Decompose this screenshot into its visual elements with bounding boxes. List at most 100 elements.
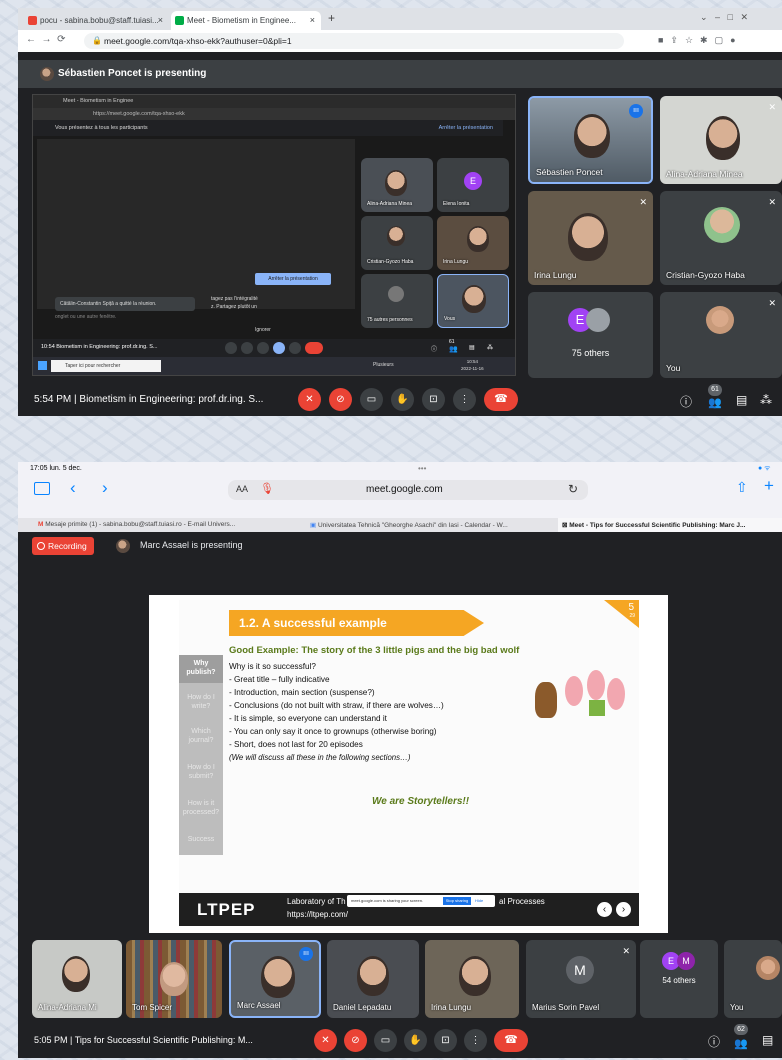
muted-mic-icon: ✕	[622, 946, 630, 956]
tile-name: Daniel Lepadatu	[333, 1003, 392, 1012]
captions-button[interactable]: ▭	[374, 1029, 397, 1052]
recording-label: Recording	[48, 541, 87, 551]
participant-face	[568, 213, 608, 261]
camera-off-button[interactable]: ⊘	[329, 388, 352, 411]
forward-icon[interactable]: ›	[102, 478, 108, 498]
participant-face	[261, 956, 295, 998]
reload-icon[interactable]: ↻	[568, 482, 578, 496]
recording-badge: Recording	[32, 537, 94, 555]
mic-off-button[interactable]: ✕	[298, 388, 321, 411]
inner-tab-label: Meet - Biometism in Enginee	[63, 98, 134, 104]
inner-sharing-notice: Vous présentez à tous les participants A…	[33, 120, 503, 136]
inner-cam-button[interactable]	[241, 342, 253, 354]
chat-icon[interactable]: ▤	[762, 1033, 773, 1047]
present-button[interactable]: ⊡	[422, 388, 445, 411]
lock-icon: 🔒	[92, 36, 102, 45]
mic-off-button[interactable]: ✕	[314, 1029, 337, 1052]
participant-face	[459, 956, 491, 996]
tile-name: Irina Lungu	[431, 1003, 472, 1012]
more-options-button[interactable]: ⋮	[453, 388, 476, 411]
footer-lab-text-end: al Processes	[499, 897, 545, 906]
windows-taskbar: Taper ici pour rechercher Plusieurs 10:5…	[33, 357, 515, 375]
hide-share-bar-button[interactable]: Hide	[475, 895, 483, 907]
camera-off-button[interactable]: ⊘	[344, 1029, 367, 1052]
captions-button[interactable]: ▭	[360, 388, 383, 411]
windows-start-icon[interactable]	[38, 361, 47, 370]
participant-tile-marc: ııı Marc Assael	[229, 940, 321, 1018]
inner-mic-button[interactable]	[225, 342, 237, 354]
tab-label: Meet - Biometism in Enginee...	[187, 16, 296, 25]
presenting-text: Marc Assael is presenting	[140, 540, 243, 550]
multitasking-dots-icon[interactable]: •••	[418, 464, 426, 473]
people-count-badge: 61	[708, 384, 722, 396]
inner-chat-icon[interactable]: ▤	[469, 344, 475, 351]
inner-hand-button[interactable]	[257, 342, 269, 354]
info-icon[interactable]: ⓘ	[680, 393, 692, 410]
inner-address-bar: https://meet.google.com/tqa-xhso-ekk	[33, 108, 515, 120]
others-avatar	[388, 286, 404, 302]
toolbar-icons[interactable]: ■⇪☆✱▢●	[658, 35, 743, 46]
new-tab-button[interactable]: +	[328, 11, 335, 25]
participant-tile-irina: ✕ Irina Lungu	[528, 191, 653, 285]
inner-stop-presenting-button[interactable]: Arrêter la présentation	[255, 273, 331, 285]
inner-tile-irina: Irina Lungu	[437, 216, 509, 270]
activities-icon[interactable]: ⁂	[760, 393, 772, 407]
safari-top: 17:05 lun. 5 dec. ••• ● ︎ᯤ ‹ › AA 🎙 meet…	[18, 462, 782, 518]
inner-info-icon[interactable]: ⓘ	[431, 344, 437, 353]
taskbar-search[interactable]: Taper ici pour rechercher	[51, 360, 161, 372]
browser-tab-gmail[interactable]: pocu - sabina.bobu@staff.tuiasi... ×	[24, 11, 169, 30]
stop-sharing-button[interactable]: Stop sharing	[443, 897, 471, 905]
inner-meeting-info: 10:54 Biometism in Engineering: prof.dr.…	[41, 344, 158, 350]
text-size-button[interactable]: AA	[236, 484, 248, 494]
url-field[interactable]: 🔒 meet.google.com/tqa-xhso-ekk?authuser=…	[84, 33, 624, 49]
safari-tab-calendar[interactable]: ▣ Universitatea Tehnică "Gheorghe Asachi…	[310, 521, 555, 529]
inner-end-call-button[interactable]	[305, 342, 323, 354]
presenter-avatar	[116, 539, 130, 553]
share-icon[interactable]: ⇧	[736, 479, 748, 496]
self-avatar	[756, 956, 780, 980]
more-options-button[interactable]: ⋮	[464, 1029, 487, 1052]
browser-tab-meet[interactable]: Meet - Biometism in Enginee... ×	[171, 11, 321, 30]
participant-face	[160, 962, 188, 996]
inner-activities-icon[interactable]: ⁂	[487, 344, 493, 351]
inner-people-icon[interactable]: 👥	[449, 345, 458, 353]
sidebar-toggle-icon[interactable]	[34, 482, 50, 495]
participant-tile-daniel: Daniel Lepadatu	[327, 940, 419, 1018]
info-icon[interactable]: ⓘ	[708, 1033, 720, 1050]
people-icon[interactable]: 👥	[734, 1037, 748, 1050]
safari-tab-meet[interactable]: ⊠ Meet - Tips for Successful Scientific …	[558, 518, 782, 532]
address-bar: ← → ⟳ 🔒 meet.google.com/tqa-xhso-ekk?aut…	[18, 30, 782, 52]
window-controls[interactable]: ⌄ – □ ✕	[700, 12, 748, 23]
close-tab-icon[interactable]: ×	[310, 11, 315, 30]
inner-ignore-button[interactable]: Ignorer	[255, 327, 271, 333]
safari-tab-gmail[interactable]: M Mesaje primite (1) - sabina.bobu@staff…	[38, 521, 293, 528]
tile-name: Marius Sorin Pavel	[532, 1003, 600, 1012]
end-call-button[interactable]: ☎	[484, 388, 518, 411]
tab-label: Mesaje primite (1) - sabina.bobu@staff.t…	[45, 521, 236, 528]
slide-line: - Short, does not last for 20 episodes	[229, 740, 363, 749]
wolf-figure	[535, 682, 557, 718]
chat-icon[interactable]: ▤	[736, 393, 747, 407]
close-tab-icon[interactable]: ×	[158, 11, 163, 30]
present-button[interactable]: ⊡	[434, 1029, 457, 1052]
slide-line: - Conclusions (do not built with straw, …	[229, 701, 444, 710]
next-slide-icon[interactable]: ›	[616, 902, 631, 917]
raise-hand-button[interactable]: ✋	[404, 1029, 427, 1052]
raise-hand-button[interactable]: ✋	[391, 388, 414, 411]
back-icon[interactable]: ‹	[70, 478, 76, 498]
people-icon[interactable]: 👥	[708, 396, 722, 409]
end-call-button[interactable]: ☎	[494, 1029, 528, 1052]
prev-slide-icon[interactable]: ‹	[597, 902, 612, 917]
screen-share-bar: meet.google.com is sharing your screen. …	[347, 895, 495, 907]
inner-more-button[interactable]	[289, 342, 301, 354]
clock-date: 2022-11-16	[461, 366, 484, 371]
new-tab-icon[interactable]: +	[764, 476, 774, 496]
inner-present-button[interactable]	[273, 342, 285, 354]
call-controls: ✕ ⊘ ▭ ✋ ⊡ ⋮ ☎	[314, 1029, 528, 1052]
status-bar-time: 17:05 lun. 5 dec.	[30, 465, 82, 472]
meet-icon	[175, 16, 184, 25]
tile-name: Vous	[444, 316, 456, 322]
inner-stop-sharing-link[interactable]: Arrêter la présentation	[439, 120, 493, 136]
url-field[interactable]: AA 🎙 meet.google.com ↻	[228, 480, 588, 500]
back-forward-reload-icons[interactable]: ← → ⟳	[26, 34, 66, 45]
